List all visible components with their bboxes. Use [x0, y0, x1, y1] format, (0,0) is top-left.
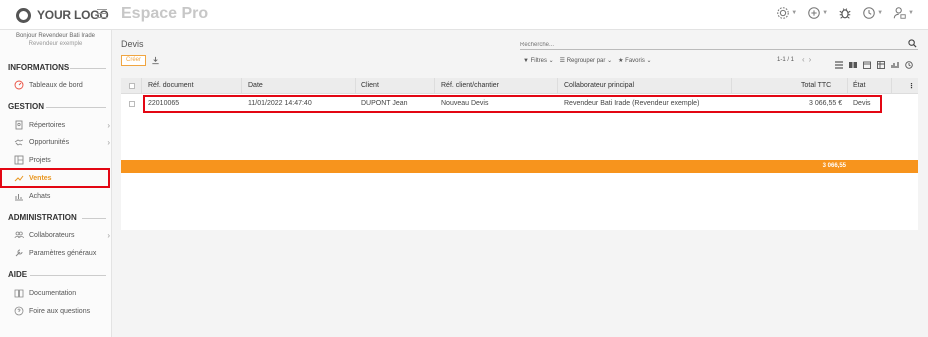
pivot-view-icon[interactable]	[877, 56, 885, 69]
purchases-chart-icon	[14, 191, 24, 201]
total-sum: 3 066,55	[822, 163, 846, 169]
chevron-down-icon: ⌄	[605, 58, 613, 64]
bug-icon	[839, 8, 851, 19]
logo-icon	[16, 7, 31, 23]
group-icon: ☰	[559, 58, 567, 64]
user-box: Bonjour Revendeur Bati Irade Revendeur e…	[0, 30, 111, 58]
section-administration: ADMINISTRATION	[8, 213, 77, 222]
gauge-icon	[14, 80, 24, 90]
activity-view-icon[interactable]	[905, 56, 913, 69]
total-bar: 3 066,55	[121, 160, 918, 173]
section-aide: AIDE	[8, 270, 28, 279]
chevron-right-icon: ›	[107, 120, 110, 130]
sidebar-item-opportunites[interactable]: Opportunités ›	[14, 135, 110, 149]
user-organization: Revendeur exemple	[28, 41, 83, 47]
wrench-icon	[14, 248, 24, 258]
section-divider	[46, 107, 106, 108]
row-checkbox[interactable]	[129, 101, 135, 107]
section-divider	[70, 68, 106, 69]
column-header[interactable]: État	[853, 82, 865, 89]
sidebar-item-faq[interactable]: Foire aux questions	[14, 304, 90, 318]
add-menu[interactable]: ▼	[807, 6, 828, 20]
plus-circle-icon	[808, 7, 820, 19]
group-by-dropdown[interactable]: ☰ Regrouper par ⌄	[560, 57, 612, 64]
select-all-checkbox[interactable]	[129, 83, 135, 89]
sidebar-item-achats[interactable]: Achats	[14, 189, 50, 203]
page-title: Devis	[121, 39, 144, 49]
pager-value[interactable]: 1-1 / 1	[777, 57, 794, 63]
favorites-dropdown[interactable]: ★ Favoris ⌄	[618, 57, 651, 64]
section-informations: INFORMATIONS	[8, 63, 70, 72]
filter-icon: ▼	[523, 58, 531, 64]
section-divider	[82, 218, 106, 219]
sidebar-item-label: Projets	[29, 156, 51, 164]
gear-icon	[777, 7, 789, 19]
top-bar: YOUR LOGO Espace Pro ▼ ▼ ▼ ▼	[0, 0, 928, 30]
sidebar-item-label: Foire aux questions	[29, 307, 91, 315]
ventes-highlight	[0, 168, 110, 188]
chevron-left-icon[interactable]: ‹	[802, 55, 809, 64]
section-gestion: GESTION	[8, 102, 45, 111]
bug-report[interactable]	[838, 6, 852, 20]
pager-arrows: ‹›	[802, 55, 815, 64]
column-header[interactable]: Collaborateur principal	[564, 82, 634, 89]
chevron-down-icon: ⌄	[644, 58, 652, 64]
search-input[interactable]	[520, 37, 918, 50]
sidebar-item-label: Collaborateurs	[29, 231, 75, 239]
view-switcher	[835, 56, 913, 69]
sidebar-item-label: Opportunités	[29, 138, 70, 146]
faq-icon	[14, 306, 24, 316]
sidebar-item-parametres[interactable]: Paramètres généraux	[14, 246, 96, 260]
top-actions: ▼ ▼ ▼ ▼	[776, 6, 914, 20]
sidebar-item-projets[interactable]: Projets	[14, 153, 51, 167]
calendar-view-icon[interactable]	[863, 56, 871, 69]
chevron-right-icon: ›	[107, 137, 110, 147]
history-menu[interactable]: ▼	[862, 6, 883, 20]
sidebar-item-label: Paramètres généraux	[29, 249, 97, 257]
download-icon[interactable]	[151, 56, 160, 65]
chevron-down-icon: ⌄	[546, 58, 554, 64]
column-header[interactable]: Total TTC	[801, 82, 831, 89]
book-icon	[14, 288, 24, 298]
users-icon	[14, 230, 24, 240]
sidebar-item-collaborateurs[interactable]: Collaborateurs ›	[14, 228, 110, 242]
chevron-right-icon[interactable]: ›	[809, 55, 816, 64]
sidebar-item-dashboards[interactable]: Tableaux de bord	[14, 78, 83, 92]
column-header[interactable]: Réf. document	[148, 82, 194, 89]
search-icon[interactable]	[908, 39, 917, 48]
column-header[interactable]: Date	[248, 82, 263, 89]
graph-view-icon[interactable]	[891, 56, 899, 68]
list-view-icon[interactable]	[835, 56, 843, 69]
filters-dropdown[interactable]: ▼ Filtres ⌄	[523, 57, 554, 64]
clock-icon	[863, 7, 875, 19]
user-lock-icon	[893, 7, 906, 19]
address-book-icon	[14, 120, 24, 130]
settings-menu[interactable]: ▼	[776, 6, 797, 20]
row-highlight[interactable]	[143, 95, 882, 113]
sidebar-item-label: Documentation	[29, 289, 77, 297]
handshake-icon	[14, 137, 24, 147]
menu-toggle-icon[interactable]	[97, 9, 107, 21]
blueprint-icon	[14, 155, 24, 165]
sidebar-item-repertoires[interactable]: Répertoires ›	[14, 118, 110, 132]
section-divider	[30, 275, 106, 276]
filter-bar: ▼ Filtres ⌄ ☰ Regrouper par ⌄ ★ Favoris …	[523, 57, 652, 64]
sidebar-item-label: Achats	[29, 192, 51, 200]
column-header[interactable]: Client	[361, 82, 379, 89]
sidebar-item-label: Tableaux de bord	[29, 81, 83, 89]
logo[interactable]: YOUR LOGO	[0, 0, 112, 30]
table-header: Réf. document Date Client Réf. client/ch…	[121, 78, 918, 94]
column-options-icon[interactable]: ⋮	[908, 82, 915, 90]
app-title: Espace Pro	[121, 5, 209, 22]
chevron-right-icon: ›	[107, 230, 110, 240]
user-menu[interactable]: ▼	[893, 6, 914, 20]
user-greeting: Bonjour Revendeur Bati Irade	[15, 33, 96, 39]
sidebar-item-label: Répertoires	[29, 121, 66, 129]
kanban-view-icon[interactable]	[849, 56, 857, 68]
sidebar-item-documentation[interactable]: Documentation	[14, 286, 76, 300]
create-button[interactable]: Créer	[121, 55, 146, 66]
column-header[interactable]: Réf. client/chantier	[441, 82, 499, 89]
